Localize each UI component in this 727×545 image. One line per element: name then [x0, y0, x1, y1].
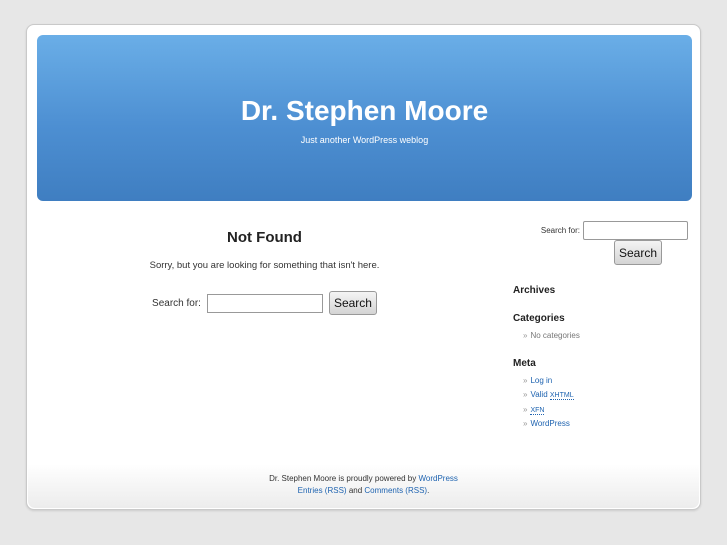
- no-categories-text: No categories: [530, 331, 580, 340]
- xhtml-abbr: XHTML: [549, 392, 574, 400]
- wordpress-link[interactable]: WordPress: [530, 419, 569, 428]
- login-link[interactable]: Log in: [530, 376, 552, 385]
- main-search-form: Search for: Search: [87, 291, 442, 315]
- site-header: Dr. Stephen Moore Just another WordPress…: [37, 35, 692, 201]
- and-text: and: [348, 486, 363, 495]
- bullet-glyph: »: [523, 404, 528, 414]
- xfn-link[interactable]: XFN: [530, 405, 545, 415]
- list-item: » Valid XHTML: [523, 389, 688, 404]
- search-label: Search for:: [152, 297, 201, 309]
- list-item: » XFN: [523, 404, 688, 419]
- search-input[interactable]: [206, 293, 323, 313]
- search-button[interactable]: Search: [328, 291, 377, 315]
- sidebar: Search for: Search Archives Categories »…: [513, 221, 688, 433]
- valid-xhtml-link[interactable]: Valid XHTML: [530, 390, 574, 400]
- comments-rss-link[interactable]: Comments (RSS): [364, 486, 427, 495]
- sidebar-search-form: Search for: Search: [513, 221, 688, 265]
- main-content: Not Found Sorry, but you are looking for…: [87, 225, 442, 315]
- footer-line-2: Entries (RSS) and Comments (RSS).: [28, 485, 699, 497]
- categories-heading: Categories: [513, 313, 565, 324]
- blog-description: Just another WordPress weblog: [300, 135, 429, 145]
- xfn-abbr: XFN: [530, 406, 545, 415]
- footer-line-1: Dr. Stephen Moore is proudly powered by …: [28, 473, 699, 485]
- sidebar-search-label: Search for:: [540, 226, 580, 235]
- entries-rss-link[interactable]: Entries (RSS): [298, 486, 347, 495]
- bullet-glyph: »: [523, 375, 528, 385]
- meta-list: » Log in » Valid XHTML » XFN » WordPress: [523, 375, 688, 433]
- not-found-message: Sorry, but you are looking for something…: [149, 260, 380, 271]
- valid-prefix-text: Valid: [530, 390, 548, 399]
- meta-heading: Meta: [513, 357, 536, 369]
- bullet-glyph: »: [523, 390, 528, 399]
- footer-period: .: [427, 486, 430, 495]
- list-item: » No categories: [523, 330, 688, 345]
- sidebar-search-button[interactable]: Search: [614, 240, 662, 265]
- categories-list: » No categories: [523, 330, 688, 345]
- list-item: » Log in: [523, 375, 688, 390]
- powered-text: Dr. Stephen Moore is proudly powered by: [269, 474, 417, 483]
- page-container: Dr. Stephen Moore Just another WordPress…: [26, 24, 701, 510]
- sidebar-search-input[interactable]: [583, 221, 688, 240]
- bullet-glyph: »: [523, 331, 528, 340]
- not-found-heading: Not Found: [227, 229, 302, 246]
- blog-title[interactable]: Dr. Stephen Moore: [37, 95, 692, 127]
- bullet-glyph: »: [523, 419, 528, 428]
- footer-wordpress-link[interactable]: WordPress: [419, 474, 458, 483]
- list-item: » WordPress: [523, 418, 688, 433]
- archives-heading: Archives: [513, 285, 556, 296]
- site-footer: Dr. Stephen Moore is proudly powered by …: [28, 464, 699, 508]
